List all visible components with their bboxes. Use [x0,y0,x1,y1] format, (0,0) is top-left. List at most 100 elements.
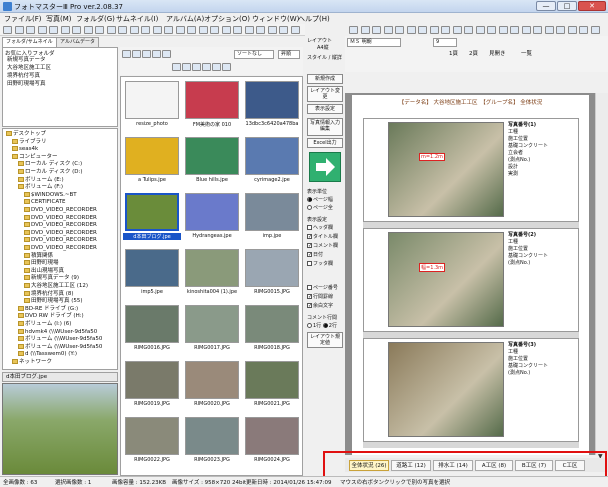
thumbnail[interactable]: RIMG0020.JPG [183,359,241,411]
view-icon[interactable] [192,63,201,71]
toolbar-icon[interactable] [244,26,254,34]
tree-node[interactable]: コンピューター [12,153,58,161]
format-icon[interactable] [406,26,416,34]
tree-node[interactable]: CERTIFICATE [24,199,66,206]
format-icon[interactable] [360,26,370,34]
format-icon[interactable] [533,26,542,34]
display-checkbox[interactable]: ✓日付 [307,251,323,258]
close-button[interactable]: ✕ [578,1,606,11]
favorite-item[interactable]: 境界杭付写真 [7,73,40,80]
tree-node[interactable]: ボリューム (E:) [18,176,64,184]
list-button[interactable]: 一覧 [521,49,532,57]
format-icon[interactable] [395,26,404,34]
thumbnail[interactable]: a Tulips.jpe [123,135,181,187]
tree-node[interactable]: $WINDOWS.~BT [24,191,77,199]
format-icon[interactable] [556,26,565,34]
display-checkbox[interactable]: ✓余白文字 [307,302,333,309]
display-checkbox[interactable]: ヘッダ欄 [307,224,333,231]
new-layout-button[interactable]: 新規作成 [307,74,343,84]
display-checkbox[interactable]: ページ番号 [307,284,338,291]
tree-node[interactable]: 出山現場写真 [24,267,64,275]
view-icon[interactable] [162,50,171,58]
tree-node[interactable]: 田野町現場写真 (55) [24,298,83,305]
format-icon[interactable] [487,26,496,34]
thumbnail[interactable]: RIMG0015.JPG [243,247,301,299]
layout-change-button[interactable]: レイアウト変更 [307,86,343,102]
thumbnail[interactable]: RIMG0018.JPG [243,303,301,355]
tree-node[interactable]: 新規写真データ (9) [24,275,79,282]
view-icon[interactable] [172,63,181,71]
thumbnail[interactable]: RIMG0022.JPG [123,415,181,467]
two-page-button[interactable]: 2頁 [469,49,478,57]
maximize-button[interactable]: □ [557,1,577,11]
display-unit-page-width[interactable]: ●ページ幅 [307,196,333,203]
view-icon[interactable] [182,63,191,71]
format-icon[interactable] [418,26,427,34]
thumbnail[interactable]: RIMG0017.JPG [183,303,241,355]
display-checkbox[interactable]: フッタ欄 [307,260,333,267]
table-settings-button[interactable]: 表示設定 [307,104,343,114]
site-photo[interactable]: m=1.2m [388,122,504,217]
tree-node[interactable]: ローカル ディスク (D:) [18,169,83,176]
tree-node[interactable]: ライブラリ [12,138,47,146]
thumbnail[interactable]: Blue hills.jpe [183,135,241,187]
toolbar-icon[interactable] [83,26,93,34]
tree-node[interactable]: DVD_VIDEO_RECORDER [24,214,97,222]
toolbar-icon[interactable] [221,26,231,34]
format-icon[interactable] [441,26,450,34]
thumbnail[interactable]: FM美術の家 010 [183,79,241,131]
toolbar-icon[interactable] [37,26,47,34]
thumbnail[interactable]: resize_photo [123,79,181,131]
thumbnail[interactable]: cyrimage2.jpe [243,135,301,187]
thumbnail[interactable]: RIMG0021.JPG [243,359,301,411]
tree-node[interactable]: hdvmk4 (\\WUser-9d5fa50 [18,328,97,336]
toolbar-icon[interactable] [267,26,277,34]
tree-node[interactable]: 田野町現場 [24,260,59,267]
view-icon[interactable] [212,63,221,71]
tree-node[interactable]: ローカル ディスク (C:) [18,161,82,168]
tree-node[interactable]: DVD_VIDEO_RECORDER [24,207,97,214]
format-icon[interactable] [383,26,393,34]
toolbar-icon[interactable] [14,26,24,34]
toolbar-icon[interactable] [106,26,116,34]
tree-node[interactable]: DVD_VIDEO_RECORDER [24,222,97,229]
toolbar-icon[interactable] [26,26,35,34]
toolbar-icon[interactable] [95,26,104,34]
menu-help[interactable]: ヘルプ(H) [298,14,330,24]
comment-lines-option[interactable]: 1行 ●2行 [307,322,337,329]
toolbar-icon[interactable] [233,26,242,34]
menu-album[interactable]: アルバム(A) [166,14,204,24]
toolbar-icon[interactable] [72,26,81,34]
menu-file[interactable]: ファイル(F) [4,14,42,24]
thumbnail[interactable]: RIMG0016.JPG [123,303,181,355]
display-checkbox[interactable]: ✓タイトル欄 [307,233,338,240]
format-icon[interactable] [372,26,381,34]
tree-node[interactable]: DVD RW ドライブ (H:) [18,313,84,320]
menu-window[interactable]: ウィンドウ(W) [252,14,299,24]
thumbnail[interactable]: d本田ブログ.jpe [123,191,181,243]
menu-option[interactable]: オプション(O) [204,14,250,24]
format-icon[interactable] [349,26,358,34]
tab-album-data[interactable]: アルバムデータ [56,37,99,47]
toolbar-icon[interactable] [256,26,265,34]
menu-photo[interactable]: 写真(M) [46,14,72,24]
tree-node[interactable]: DVD_VIDEO_RECORDER [24,245,97,252]
format-icon[interactable] [429,26,439,34]
tree-node[interactable]: ボリューム (F:) [18,184,63,191]
menu-folder[interactable]: フォルダ(G) [76,14,115,24]
favorite-item[interactable]: 大谷地区施工工区 [7,65,51,72]
toolbar-icon[interactable] [175,26,185,34]
display-unit-page-all[interactable]: ページ全 [307,204,333,211]
thumbnail[interactable]: Hydrangeas.jpe [183,191,241,243]
layout-reset-button[interactable]: レイアウト規定値 [307,332,343,348]
font-select[interactable]: ＭＳ 明朝 [347,38,401,47]
favorite-item[interactable]: 田野町現場写真 [7,81,46,88]
tree-node[interactable]: seas4k [12,146,38,153]
format-icon[interactable] [464,26,473,34]
tab-folder-thumbnail[interactable]: フォルダ/サムネイル [2,37,57,47]
toolbar-icon[interactable] [49,26,58,34]
excel-output-button[interactable]: Excel出力 [307,138,343,148]
one-page-button[interactable]: 1頁 [449,49,458,57]
view-icon[interactable] [142,50,151,58]
format-icon[interactable] [567,26,577,34]
